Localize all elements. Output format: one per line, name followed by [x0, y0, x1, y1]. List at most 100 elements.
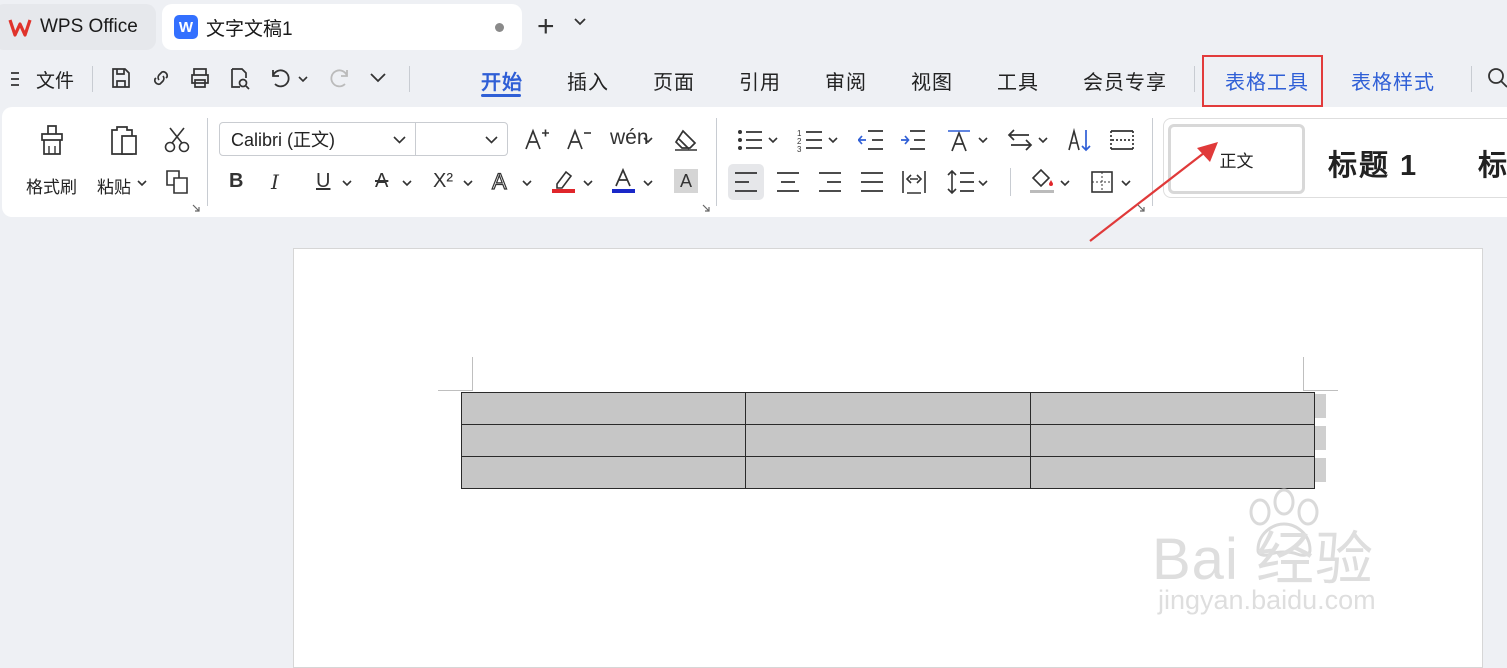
font-color-icon[interactable] — [611, 168, 637, 194]
tab-member[interactable]: 会员专享 — [1083, 66, 1167, 95]
font-color-chevron-down-icon[interactable] — [643, 180, 653, 187]
text-direction-chevron-down-icon[interactable] — [978, 137, 988, 144]
italic-icon[interactable]: I — [271, 170, 279, 194]
paste-icon[interactable] — [106, 124, 140, 158]
align-center-icon[interactable] — [776, 171, 800, 193]
shading-icon[interactable] — [1029, 168, 1055, 194]
highlight-chevron-down-icon[interactable] — [583, 180, 593, 187]
decrease-indent-icon[interactable] — [858, 128, 884, 152]
chevron-down-icon — [393, 136, 406, 144]
text-effect-chevron-down-icon[interactable] — [522, 180, 532, 187]
table-cell[interactable] — [1029, 424, 1316, 457]
line-spacing-icon[interactable] — [947, 169, 975, 195]
print-preview-icon[interactable] — [227, 66, 251, 90]
link-icon[interactable] — [149, 66, 173, 90]
numbered-chevron-down-icon[interactable] — [828, 137, 838, 144]
highlight-icon[interactable] — [551, 168, 577, 194]
table-cell[interactable] — [460, 392, 747, 425]
text-direction-icon[interactable] — [945, 127, 973, 153]
watermark-url: jingyan.baidu.com — [1158, 585, 1376, 615]
chevron-down-icon[interactable] — [574, 18, 586, 26]
grow-font-icon[interactable] — [524, 127, 550, 151]
tab-wps-home[interactable]: WPS Office — [0, 4, 156, 50]
active-tab-underline — [481, 94, 521, 97]
clear-format-icon[interactable] — [673, 127, 699, 151]
divider — [716, 118, 717, 206]
new-tab-plus-icon[interactable]: + — [537, 12, 555, 42]
justify-icon[interactable] — [860, 171, 884, 193]
text-effect-icon[interactable]: A — [491, 168, 507, 195]
undo-dropdown-chevron-icon[interactable] — [298, 76, 308, 83]
document-table[interactable] — [460, 392, 1316, 489]
strikethrough-icon[interactable]: A — [375, 170, 388, 193]
paste-label[interactable]: 粘贴 — [97, 173, 131, 198]
tab-document[interactable]: W 文字文稿1 — [162, 4, 522, 50]
strikethrough-chevron-down-icon[interactable] — [402, 180, 412, 187]
table-row — [460, 456, 1316, 489]
table-tools-highlight-box — [1202, 55, 1323, 107]
copy-icon[interactable] — [164, 168, 190, 196]
shrink-font-icon[interactable] — [566, 127, 592, 151]
tab-page[interactable]: 页面 — [653, 66, 695, 95]
style-heading-2[interactable]: 标 — [1478, 142, 1507, 184]
superscript-chevron-down-icon[interactable] — [463, 180, 473, 187]
divider — [409, 66, 410, 92]
line-spacing-chevron-down-icon[interactable] — [978, 180, 988, 187]
tab-home[interactable]: 开始 — [481, 66, 523, 95]
shading-chevron-down-icon[interactable] — [1060, 180, 1070, 187]
search-icon[interactable] — [1486, 66, 1507, 90]
swap-icon[interactable] — [1007, 128, 1033, 152]
format-painter-icon[interactable] — [36, 124, 68, 158]
table-row — [460, 424, 1316, 457]
file-menu-button[interactable]: 文件 — [10, 66, 74, 92]
print-icon[interactable] — [188, 66, 212, 90]
table-cell[interactable] — [1029, 392, 1316, 425]
arrow-annotation-icon — [1089, 142, 1218, 242]
tab-insert[interactable]: 插入 — [567, 66, 609, 95]
tab-review[interactable]: 审阅 — [825, 66, 867, 95]
underline-icon[interactable]: U — [316, 170, 330, 193]
underline-chevron-down-icon[interactable] — [342, 180, 352, 187]
distribute-icon[interactable] — [901, 169, 927, 195]
watermark-main: Bai 经验 — [1152, 527, 1374, 592]
cut-icon[interactable] — [164, 126, 190, 154]
phonetic-chevron-down-icon[interactable] — [643, 137, 653, 144]
char-shading-icon[interactable]: A — [674, 169, 698, 193]
swap-chevron-down-icon[interactable] — [1038, 137, 1048, 144]
bullet-list-icon[interactable] — [737, 128, 763, 152]
redo-icon[interactable] — [328, 66, 352, 90]
font-size-select[interactable] — [415, 122, 508, 156]
tab-view[interactable]: 视图 — [911, 66, 953, 95]
tab-references[interactable]: 引用 — [739, 66, 781, 95]
paste-chevron-down-icon[interactable] — [137, 180, 147, 187]
save-icon[interactable] — [109, 66, 133, 90]
increase-indent-icon[interactable] — [900, 128, 926, 152]
file-menu-label: 文件 — [36, 70, 75, 92]
bold-icon[interactable]: B — [229, 170, 243, 193]
table-cell[interactable] — [745, 424, 1031, 457]
superscript-icon[interactable]: X² — [433, 170, 453, 193]
table-cell[interactable] — [745, 456, 1031, 489]
font-name-select[interactable]: Calibri (正文) — [219, 122, 416, 156]
align-right-icon[interactable] — [818, 171, 842, 193]
clipboard-dialog-launcher-icon[interactable] — [192, 204, 200, 212]
table-cell[interactable] — [460, 424, 747, 457]
table-cell[interactable] — [460, 456, 747, 489]
divider — [92, 66, 93, 92]
tab-tools[interactable]: 工具 — [997, 66, 1039, 95]
table-cell[interactable] — [1029, 456, 1316, 489]
font-dialog-launcher-icon[interactable] — [702, 204, 710, 212]
align-left-icon[interactable] — [734, 171, 758, 193]
margin-mark — [1304, 390, 1338, 391]
margin-mark — [1303, 357, 1304, 391]
format-painter-label[interactable]: 格式刷 — [26, 173, 77, 198]
bullet-chevron-down-icon[interactable] — [768, 137, 778, 144]
undo-icon[interactable] — [268, 66, 292, 90]
more-quick-access-chevron-icon[interactable] — [370, 73, 386, 83]
style-heading-1[interactable]: 标题 1 — [1328, 142, 1418, 184]
menu-icon — [11, 72, 19, 86]
numbered-list-icon[interactable]: 123 — [797, 127, 823, 153]
tab-table-style[interactable]: 表格样式 — [1351, 66, 1435, 95]
unsaved-dot-icon[interactable] — [495, 23, 504, 32]
table-cell[interactable] — [745, 392, 1031, 425]
